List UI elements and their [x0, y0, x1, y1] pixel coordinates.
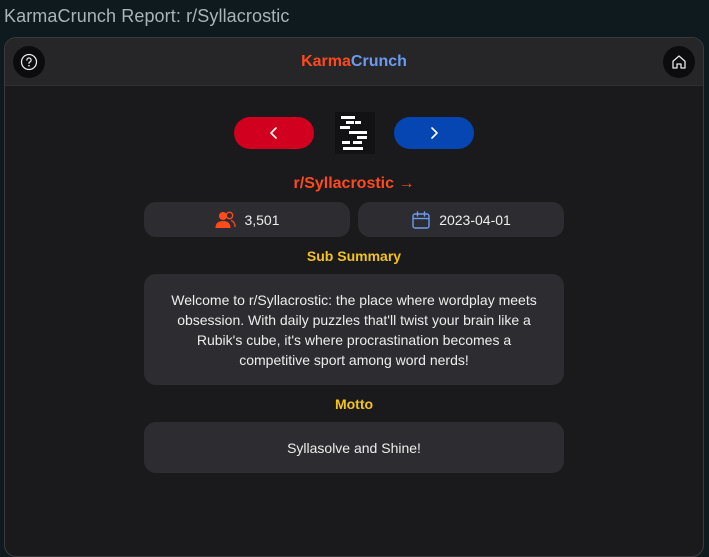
members-count: 3,501: [244, 211, 280, 228]
created-date-stat: 2023-04-01: [358, 202, 564, 237]
created-date: 2023-04-01: [439, 211, 511, 228]
members-stat: 3,501: [144, 202, 350, 237]
brand-part-crunch: Crunch: [350, 53, 407, 70]
home-icon: [672, 55, 686, 69]
subreddit-link[interactable]: r/Syllacrostic →: [5, 175, 703, 193]
motto-heading: Motto: [334, 396, 374, 412]
report-panel: KarmaCrunch r/Syllacrostic → 3,501 2023-…: [4, 37, 704, 557]
page-title: KarmaCrunch Report: r/Syllacrostic: [4, 6, 290, 26]
motto-text: Syllasolve and Shine!: [287, 439, 421, 456]
panel-header: KarmaCrunch: [5, 38, 703, 86]
calendar-icon: [412, 210, 430, 229]
motto-card: Syllasolve and Shine!: [144, 422, 564, 473]
sub-summary-text: Welcome to r/Syllacrostic: the place whe…: [171, 291, 537, 368]
chevron-left-icon: [270, 127, 277, 139]
subreddit-logo: [335, 112, 375, 154]
users-icon: [215, 211, 237, 228]
sub-summary-card: Welcome to r/Syllacrostic: the place whe…: [144, 274, 564, 385]
sub-summary-heading: Sub Summary: [306, 248, 402, 264]
home-button[interactable]: [663, 46, 695, 78]
brand-logo-text: KarmaCrunch: [5, 53, 703, 71]
brand-part-karma: Karma: [301, 53, 351, 70]
chevron-right-icon: [431, 127, 438, 139]
next-button[interactable]: [394, 117, 474, 149]
previous-button[interactable]: [234, 117, 314, 149]
syllacrostic-logo-icon: [340, 116, 367, 150]
